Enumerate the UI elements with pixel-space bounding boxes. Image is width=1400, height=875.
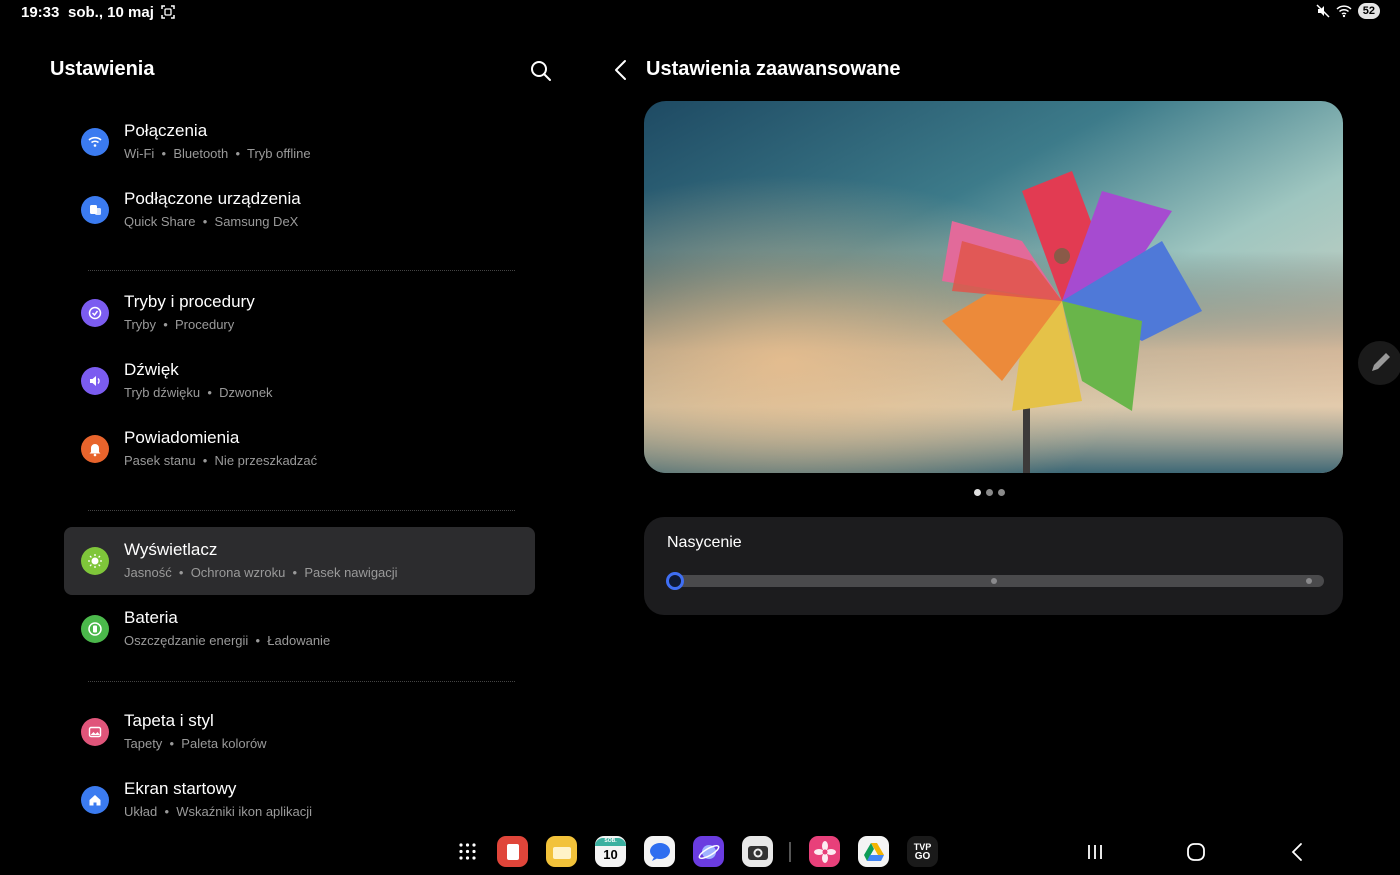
apps-grid-icon[interactable] xyxy=(452,836,483,867)
divider xyxy=(88,270,515,271)
sound-icon xyxy=(81,367,109,395)
battery-icon xyxy=(81,615,109,643)
divider xyxy=(88,510,515,511)
page-dot[interactable] xyxy=(998,489,1005,496)
settings-item-4[interactable]: Dźwięk Tryb dźwięku • Dzwonek xyxy=(64,347,535,415)
messages-app-icon[interactable] xyxy=(644,836,675,867)
page-title: Ustawienia xyxy=(50,58,155,80)
settings-item-subtitle: Jasność • Ochrona wzroku • Pasek nawigac… xyxy=(124,565,398,580)
back-arrow-icon[interactable] xyxy=(608,57,634,83)
calendar-weekday: SOB. xyxy=(595,838,626,846)
camera-app-icon[interactable] xyxy=(742,836,773,867)
internet-app-icon[interactable] xyxy=(693,836,724,867)
dock-separator xyxy=(789,842,791,862)
page-dot[interactable] xyxy=(986,489,993,496)
settings-item-subtitle: Quick Share • Samsung DeX xyxy=(124,214,299,229)
battery-level: 52 xyxy=(1357,3,1380,19)
settings-item-subtitle: Tapety • Paleta kolorów xyxy=(124,736,267,751)
saturation-slider[interactable] xyxy=(666,572,1324,590)
settings-item-title: Połączenia xyxy=(124,121,208,140)
slider-thumb[interactable] xyxy=(666,572,684,590)
settings-item-9[interactable]: Ekran startowy Układ • Wskaźniki ikon apl… xyxy=(64,766,535,834)
go-label: GO xyxy=(914,850,931,862)
bell-icon xyxy=(81,435,109,463)
status-time: 19:33 xyxy=(21,4,60,21)
slider-step-mark xyxy=(991,578,997,584)
settings-item-1[interactable]: Połączenia Wi-Fi • Bluetooth • Tryb offli… xyxy=(64,108,535,176)
settings-item-subtitle: Pasek stanu • Nie przeszkadzać xyxy=(124,453,318,468)
settings-item-subtitle: Wi-Fi • Bluetooth • Tryb offline xyxy=(124,146,311,161)
planet-glyph xyxy=(698,844,719,859)
connected-devices-icon xyxy=(81,196,109,224)
settings-item-title: Dźwięk xyxy=(124,360,179,379)
gallery-app-icon[interactable] xyxy=(809,836,840,867)
settings-item-3[interactable]: Tryby i procedury Tryby • Procedury xyxy=(64,279,535,347)
flower-glyph xyxy=(813,840,836,863)
settings-item-5[interactable]: Powiadomienia Pasek stanu • Nie przeszkad… xyxy=(64,415,535,483)
page-dot[interactable] xyxy=(974,489,981,496)
wifi-status-icon xyxy=(1336,5,1352,18)
status-bar: 19:33 sob., 10 maj 52 xyxy=(0,0,1400,26)
home-icon xyxy=(81,786,109,814)
settings-item-title: Bateria xyxy=(124,608,178,627)
settings-item-title: Wyświetlacz xyxy=(124,540,218,559)
settings-item-subtitle: Układ • Wskaźniki ikon aplikacji xyxy=(124,804,313,819)
settings-item-subtitle: Oszczędzanie energii • Ładowanie xyxy=(124,633,331,648)
calendar-app-icon[interactable]: SOB. 10 xyxy=(595,836,626,867)
pencil-icon xyxy=(1372,353,1390,371)
settings-item-title: Podłączone urządzenia xyxy=(124,189,301,208)
notes-glyph xyxy=(506,843,519,860)
mute-icon xyxy=(1316,4,1330,18)
screenshot-icon xyxy=(161,5,175,19)
drive-glyph xyxy=(863,842,884,861)
sun-icon xyxy=(81,547,109,575)
wifi-icon xyxy=(81,128,109,156)
recent-apps-icon[interactable] xyxy=(1083,840,1107,864)
edit-button[interactable] xyxy=(1358,341,1400,385)
camera-glyph xyxy=(747,845,768,860)
notes-app-icon[interactable] xyxy=(497,836,528,867)
tvp-go-app-icon[interactable]: TVP GO xyxy=(907,836,938,867)
saturation-label: Nasycenie xyxy=(667,534,742,551)
settings-item-subtitle: Tryb dźwięku • Dzwonek xyxy=(124,385,273,400)
settings-item-title: Powiadomienia xyxy=(124,428,240,447)
taskbar: SOB. 10 TVP GO xyxy=(0,830,1400,875)
settings-item-2[interactable]: Podłączone urządzenia Quick Share • Samsu… xyxy=(64,176,535,244)
divider xyxy=(88,681,515,682)
back-nav-icon[interactable] xyxy=(1286,840,1310,864)
settings-item-subtitle: Tryby • Procedury xyxy=(124,317,235,332)
home-nav-icon[interactable] xyxy=(1184,840,1208,864)
settings-item-7[interactable]: Bateria Oszczędzanie energii • Ładowanie xyxy=(64,595,535,663)
wallpaper-preview-image[interactable] xyxy=(644,101,1343,473)
detail-title: Ustawienia zaawansowane xyxy=(646,58,901,80)
drive-app-icon[interactable] xyxy=(858,836,889,867)
calendar-day: 10 xyxy=(603,847,618,862)
modes-routines-icon xyxy=(81,299,109,327)
files-app-icon[interactable] xyxy=(546,836,577,867)
search-icon[interactable] xyxy=(528,58,554,84)
settings-item-title: Ekran startowy xyxy=(124,779,237,798)
saturation-card: Nasycenie xyxy=(644,517,1343,615)
slider-step-mark xyxy=(1306,578,1312,584)
status-date: sob., 10 maj xyxy=(68,4,154,21)
folder-glyph xyxy=(552,846,571,859)
chat-bubble-glyph xyxy=(649,842,670,861)
wallpaper-icon xyxy=(81,718,109,746)
settings-item-8[interactable]: Tapeta i styl Tapety • Paleta kolorów xyxy=(64,698,535,766)
settings-item-6[interactable]: Wyświetlacz Jasność • Ochrona wzroku • Pa… xyxy=(64,527,535,595)
settings-item-title: Tryby i procedury xyxy=(124,292,255,311)
preview-page-indicator[interactable] xyxy=(974,489,1005,496)
settings-item-title: Tapeta i styl xyxy=(124,711,214,730)
